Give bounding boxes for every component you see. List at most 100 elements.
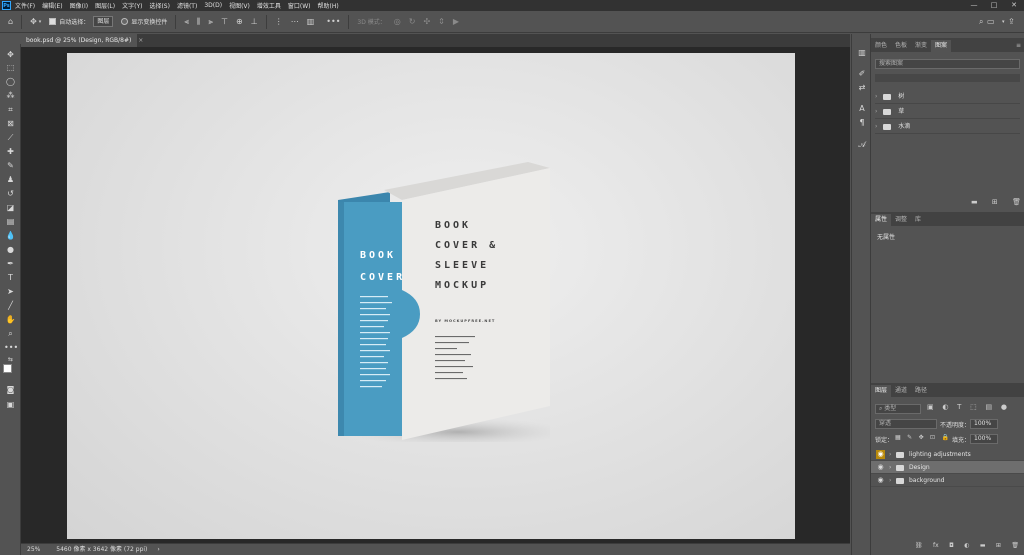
tool-presets-icon[interactable]: ⇄ <box>857 83 867 93</box>
frame-tool-icon[interactable]: ⊠ <box>4 118 17 129</box>
pattern-slider[interactable] <box>875 74 1020 82</box>
workspace-icon[interactable]: ▭ <box>987 17 995 26</box>
healing-brush-icon[interactable]: ✚ <box>4 146 17 157</box>
type-filter-icon[interactable]: T <box>957 403 961 413</box>
chevron-right-icon[interactable]: › <box>889 461 891 474</box>
marquee-tool-icon[interactable]: ⬚ <box>4 62 17 73</box>
fill-input[interactable]: 100% <box>970 434 998 444</box>
tab-adjustments[interactable]: 调整 <box>891 214 911 226</box>
dodge-tool-icon[interactable]: ● <box>4 244 17 255</box>
panel-menu-icon[interactable]: ≡ <box>1016 40 1021 52</box>
align-left-icon[interactable]: ⫷ <box>184 17 189 27</box>
menu-layer[interactable]: 图层(L) <box>95 1 115 10</box>
chevron-right-icon[interactable]: › <box>875 108 877 115</box>
fx-icon[interactable]: fx <box>933 542 939 552</box>
new-group-icon[interactable]: ▬ <box>980 542 986 552</box>
zoom-tool-icon[interactable]: ⌕ <box>4 328 17 339</box>
distribute-space-icon[interactable]: ▥ <box>307 17 315 26</box>
3d-orbit-icon[interactable]: ◎ <box>394 17 401 26</box>
home-icon[interactable]: ⌂ <box>8 17 13 26</box>
type-tool-icon[interactable]: T <box>4 272 17 283</box>
hand-tool-icon[interactable]: ✋ <box>4 314 17 325</box>
brush-settings-icon[interactable]: ✐ <box>857 69 867 79</box>
link-layers-icon[interactable]: ⛓ <box>915 542 923 552</box>
clone-stamp-icon[interactable]: ♟ <box>4 174 17 185</box>
move-tool-icon[interactable]: ✥ <box>30 17 37 26</box>
layer-row-selected[interactable]: ◉ › Design <box>871 461 1024 474</box>
tab-properties[interactable]: 属性 <box>871 214 892 226</box>
eye-icon[interactable]: ◉ <box>876 463 885 472</box>
status-arrow-icon[interactable]: › <box>157 546 159 553</box>
tab-patterns[interactable]: 图案 <box>931 40 952 52</box>
3d-camera-icon[interactable]: ▶ <box>453 17 459 26</box>
lasso-tool-icon[interactable]: ◯ <box>4 76 17 87</box>
layer-row[interactable]: ◉ › lighting adjustments <box>871 448 1024 461</box>
screen-mode-icon[interactable]: ▣ <box>4 399 17 410</box>
tab-libraries[interactable]: 库 <box>911 214 925 226</box>
edit-toolbar-icon[interactable]: ••• <box>4 342 18 353</box>
auto-select-dropdown[interactable]: 图层 <box>93 16 114 27</box>
shape-filter-icon[interactable]: ⬚ <box>970 403 977 413</box>
menu-select[interactable]: 选择(S) <box>149 1 170 10</box>
align-right-icon[interactable]: ⫸ <box>209 17 214 27</box>
menu-file[interactable]: 文件(F) <box>15 1 35 10</box>
filter-toggle-icon[interactable]: ● <box>1001 403 1007 413</box>
tab-layers[interactable]: 图层 <box>871 385 892 397</box>
close-window-button[interactable]: ✕ <box>1004 0 1024 11</box>
gradient-tool-icon[interactable]: ▤ <box>4 216 17 227</box>
lock-transparency-icon[interactable]: ▦ <box>895 434 901 444</box>
new-layer-icon[interactable]: ⊞ <box>996 542 1001 552</box>
menu-3d[interactable]: 3D(D) <box>204 2 222 9</box>
trash-icon[interactable]: 🗑 <box>1011 542 1019 552</box>
maximize-button[interactable]: □ <box>984 0 1004 11</box>
chevron-down-icon[interactable]: ▾ <box>39 19 42 25</box>
pattern-group-water[interactable]: › 水滴 <box>875 120 1020 134</box>
history-brush-icon[interactable]: ↺ <box>4 188 17 199</box>
chevron-right-icon[interactable]: › <box>875 123 877 130</box>
eye-icon[interactable]: ◉ <box>876 450 885 459</box>
layer-filter-dropdown[interactable]: ⌕ 类型 <box>875 404 921 414</box>
menu-help[interactable]: 帮助(H) <box>318 1 339 10</box>
brush-tool-icon[interactable]: ✎ <box>4 160 17 171</box>
3d-slide-icon[interactable]: ⇕ <box>438 17 445 26</box>
history-icon[interactable]: ▥ <box>857 48 867 58</box>
add-mask-icon[interactable]: ◘ <box>949 542 954 552</box>
quick-mask-icon[interactable]: ◙ <box>4 384 17 395</box>
menu-edit[interactable]: 编辑(E) <box>42 1 62 10</box>
menu-filter[interactable]: 滤镜(T) <box>177 1 197 10</box>
adjustment-layer-icon[interactable]: ◐ <box>964 542 969 552</box>
path-select-icon[interactable]: ➤ <box>4 286 17 297</box>
trash-icon[interactable]: 🗑 <box>1012 198 1021 208</box>
adjustment-filter-icon[interactable]: ◐ <box>942 403 948 413</box>
photoshop-app-icon[interactable]: Ps <box>2 1 11 10</box>
eye-icon[interactable]: ◉ <box>876 476 885 485</box>
lock-pixels-icon[interactable]: ✎ <box>907 434 912 444</box>
tab-close-icon[interactable]: × <box>138 37 143 44</box>
distribute-v-icon[interactable]: ⋯ <box>291 17 299 26</box>
tab-paths[interactable]: 路径 <box>911 385 931 397</box>
opacity-input[interactable]: 100% <box>970 419 998 429</box>
pattern-group-grass[interactable]: › 草 <box>875 105 1020 119</box>
new-group-icon[interactable]: ▬ <box>971 198 978 208</box>
lock-all-icon[interactable]: 🔒 <box>942 434 949 444</box>
menu-type[interactable]: 文字(Y) <box>122 1 142 10</box>
document-tab[interactable]: book.psd @ 25% (Design, RGB/8#) × <box>21 34 143 47</box>
show-transform-checkbox[interactable] <box>121 18 129 25</box>
new-pattern-icon[interactable]: ⊞ <box>992 198 998 208</box>
character-panel-icon[interactable]: A <box>857 104 867 114</box>
tab-channels[interactable]: 通道 <box>891 385 911 397</box>
magic-wand-icon[interactable]: ⁂ <box>4 90 17 101</box>
minimize-button[interactable]: — <box>964 0 984 11</box>
paragraph-panel-icon[interactable]: ¶ <box>857 118 867 128</box>
crop-tool-icon[interactable]: ⌗ <box>4 104 17 115</box>
lock-artboard-icon[interactable]: ⊡ <box>930 434 935 444</box>
chevron-down-icon[interactable]: ▾ <box>1002 19 1005 25</box>
align-top-icon[interactable]: ⊤ <box>221 17 228 26</box>
tab-color[interactable]: 颜色 <box>871 40 891 52</box>
align-center-icon[interactable]: ⫼ <box>197 17 201 27</box>
align-bottom-icon[interactable]: ⊥ <box>251 17 258 26</box>
pattern-search-input[interactable]: 搜索图案 <box>875 59 1020 69</box>
menu-view[interactable]: 视图(V) <box>229 1 250 10</box>
share-icon[interactable]: ⇪ <box>1008 17 1015 26</box>
align-middle-icon[interactable]: ⊕ <box>236 17 243 26</box>
